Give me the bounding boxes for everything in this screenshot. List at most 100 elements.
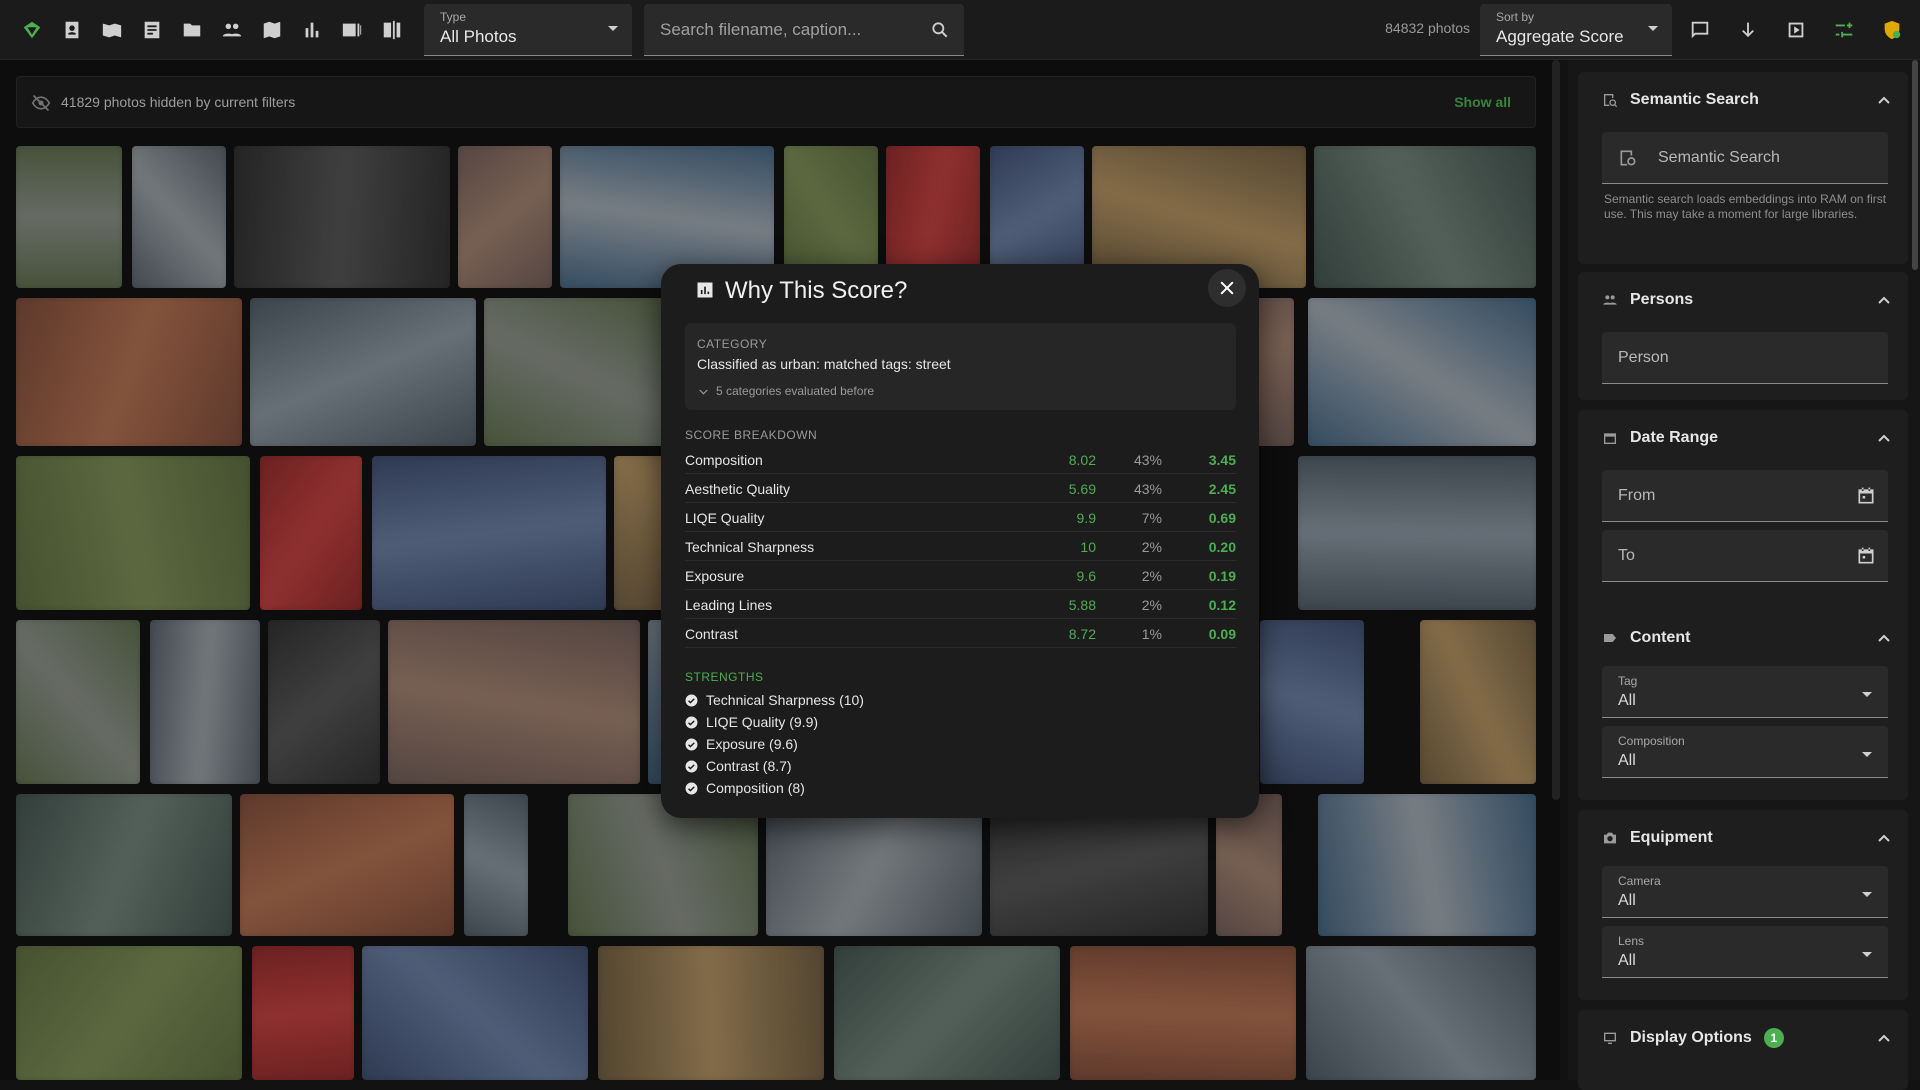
close-icon	[1220, 281, 1234, 295]
semantic-search-header[interactable]: Semantic Search	[1602, 72, 1759, 128]
landscape-book-icon[interactable]	[92, 10, 132, 50]
slideshow-play-icon[interactable]	[1776, 10, 1816, 50]
composition-label: Composition	[1618, 734, 1685, 748]
folder-icon[interactable]	[172, 10, 212, 50]
composition-select[interactable]: Composition All	[1602, 726, 1888, 778]
date-to-field[interactable]: To	[1602, 530, 1888, 582]
semantic-search-field[interactable]: Semantic Search	[1602, 132, 1888, 184]
score-row: Aesthetic Quality 5.69 43% 2.45	[685, 474, 1236, 503]
equipment-header[interactable]: Equipment	[1602, 810, 1713, 866]
score-row-name: Exposure	[685, 568, 745, 584]
date-from-placeholder: From	[1618, 487, 1656, 504]
semantic-search-placeholder: Semantic Search	[1658, 149, 1780, 166]
score-explanation-dialog: Why This Score? CATEGORY Classified as u…	[661, 264, 1259, 818]
persons-header[interactable]: Persons	[1602, 272, 1693, 328]
persons-title: Persons	[1630, 291, 1694, 308]
date-range-title: Date Range	[1630, 429, 1719, 446]
stats-chart-icon[interactable]	[292, 10, 332, 50]
check-circle-icon	[685, 716, 698, 728]
chevron-up-icon[interactable]	[1878, 294, 1890, 306]
arrow-down-icon[interactable]	[1728, 10, 1768, 50]
lens-select[interactable]: Lens All	[1602, 926, 1888, 978]
score-row-score: 10	[1080, 539, 1096, 555]
chevron-up-icon[interactable]	[1878, 94, 1890, 106]
person-input[interactable]: Person	[1602, 332, 1888, 384]
score-row-name: Aesthetic Quality	[685, 481, 791, 497]
map-icon[interactable]	[252, 10, 292, 50]
gallery-icon[interactable]	[332, 10, 372, 50]
score-row-name: Composition	[685, 452, 763, 468]
tag-label: Tag	[1618, 674, 1638, 688]
analytics-icon	[697, 282, 713, 298]
score-breakdown-label: SCORE BREAKDOWN	[685, 428, 818, 442]
category-label: CATEGORY	[697, 337, 768, 351]
type-select-value: All Photos	[440, 27, 517, 46]
score-row-weight: 1%	[1141, 626, 1162, 642]
portrait-icon[interactable]	[52, 10, 92, 50]
app-logo-icon[interactable]	[12, 10, 52, 50]
sidebar-scrollbar[interactable]	[1912, 60, 1918, 270]
camera-label: Camera	[1618, 874, 1661, 888]
person-placeholder: Person	[1618, 349, 1669, 366]
search-field[interactable]	[644, 4, 964, 56]
shield-user-icon[interactable]	[1872, 10, 1912, 50]
score-row-contribution: 0.20	[1208, 539, 1236, 555]
persons-panel: Persons Person	[1578, 272, 1908, 400]
category-value: Classified as urban: matched tags: stree…	[697, 356, 951, 372]
camera-value: All	[1618, 892, 1636, 909]
score-row-weight: 2%	[1141, 539, 1162, 555]
strength-text: Technical Sharpness (10)	[706, 692, 864, 708]
search-input[interactable]	[660, 4, 920, 56]
filter-tune-icon[interactable]	[1824, 10, 1864, 50]
date-range-header[interactable]: Date Range	[1602, 410, 1718, 466]
content-title: Content	[1630, 629, 1691, 646]
strength-item: Exposure (9.6)	[685, 733, 864, 755]
sort-select[interactable]: Sort by Aggregate Score	[1480, 4, 1672, 56]
score-row-contribution: 0.12	[1208, 597, 1236, 613]
chevron-up-icon[interactable]	[1878, 632, 1890, 644]
content-header[interactable]: Content	[1602, 610, 1690, 666]
chevron-up-icon[interactable]	[1878, 832, 1890, 844]
display-options-title: Display Options	[1630, 1029, 1752, 1046]
score-row-weight: 2%	[1141, 597, 1162, 613]
camera-select[interactable]: Camera All	[1602, 866, 1888, 918]
toolbar-actions	[1680, 10, 1912, 50]
type-select[interactable]: Type All Photos	[424, 4, 632, 56]
strengths-list: Technical Sharpness (10) LIQE Quality (9.…	[685, 689, 864, 799]
strength-text: Exposure (9.6)	[706, 736, 798, 752]
strength-text: LIQE Quality (9.9)	[706, 714, 819, 730]
article-icon[interactable]	[132, 10, 172, 50]
compare-icon[interactable]	[372, 10, 412, 50]
display-options-badge: 1	[1763, 1028, 1784, 1048]
display-options-header[interactable]: Display Options 1	[1602, 1010, 1784, 1066]
calendar-icon[interactable]	[1856, 546, 1876, 566]
score-row-name: Contrast	[685, 626, 738, 642]
score-row-score: 5.88	[1068, 597, 1096, 613]
strength-text: Contrast (8.7)	[706, 758, 792, 774]
date-from-field[interactable]: From	[1602, 470, 1888, 522]
sort-select-value: Aggregate Score	[1496, 27, 1624, 46]
image-search-icon	[1604, 94, 1618, 108]
score-row-score: 8.02	[1068, 452, 1096, 468]
chevron-up-icon[interactable]	[1878, 1032, 1890, 1044]
calendar-icon	[1604, 433, 1616, 444]
chevron-down-icon	[608, 26, 618, 31]
close-button[interactable]	[1208, 269, 1246, 307]
people-icon[interactable]	[212, 10, 252, 50]
calendar-icon[interactable]	[1856, 486, 1876, 506]
chevron-down-icon	[1862, 752, 1872, 757]
tag-select[interactable]: Tag All	[1602, 666, 1888, 718]
score-row-name: LIQE Quality	[685, 510, 765, 526]
toolbar-nav-icons	[12, 10, 412, 50]
comment-icon[interactable]	[1680, 10, 1720, 50]
score-row-weight: 43%	[1133, 452, 1162, 468]
label-tag-icon	[1604, 634, 1616, 642]
score-row-score: 9.9	[1076, 510, 1096, 526]
score-row: Technical Sharpness 10 2% 0.20	[685, 532, 1236, 561]
chevron-down-icon	[1862, 892, 1872, 897]
search-icon[interactable]	[930, 20, 950, 40]
chevron-up-icon[interactable]	[1878, 432, 1890, 444]
categories-expand-toggle[interactable]: 5 categories evaluated before	[699, 384, 874, 398]
score-row-name: Leading Lines	[685, 597, 773, 613]
content-panel: Content Tag All Composition All	[1578, 610, 1908, 800]
